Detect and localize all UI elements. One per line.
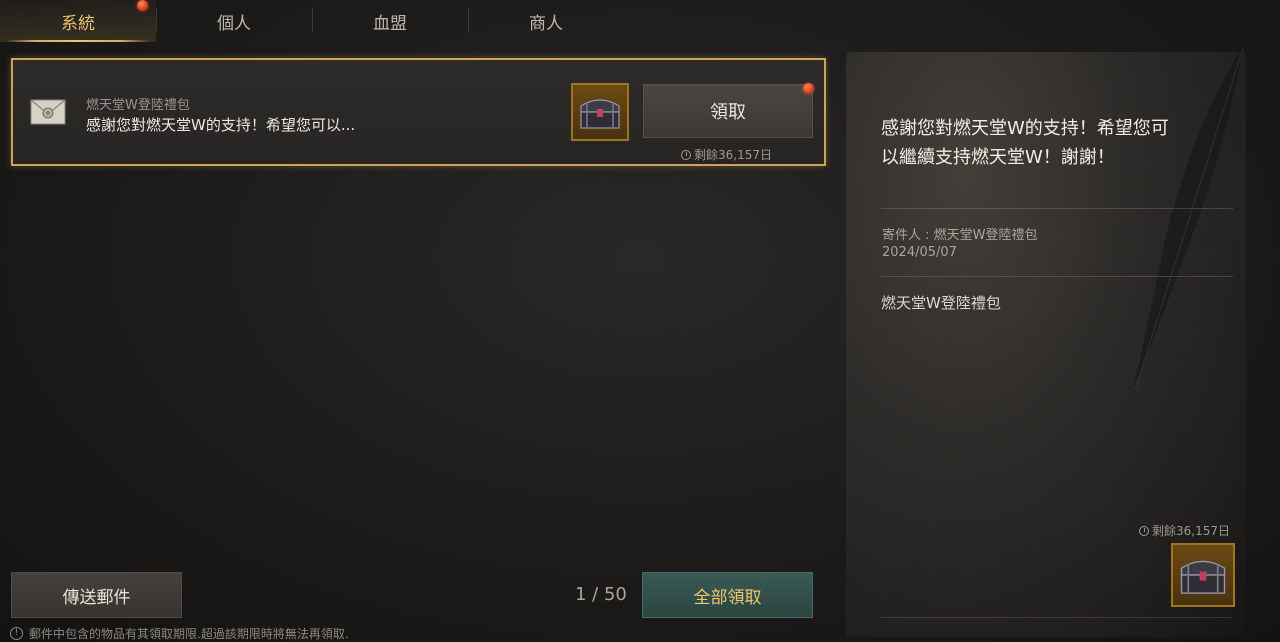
send-mail-label: 傳送郵件 [62, 587, 131, 608]
tab-clan[interactable]: 血盟 [312, 0, 468, 42]
mail-sender: 燃天堂W登陸禮包 [86, 98, 190, 113]
mail-detail-message: 感謝您對燃天堂W的支持！希望您可以繼續支持燃天堂W！謝謝！ [881, 118, 1169, 168]
detail-divider [881, 208, 1233, 209]
tab-system[interactable]: 系統 [0, 0, 156, 42]
mail-detail-sender: 寄件人 : 燃天堂W登陸禮包 [882, 228, 1038, 243]
mail-detail-date: 2024/05/07 [882, 245, 957, 260]
tab-system-label: 系統 [61, 13, 95, 34]
detail-attachment-slot[interactable] [1171, 543, 1235, 607]
expiry-notice: ! 郵件中包含的物品有其領取期限.超過該期限時將無法再領取. [10, 625, 349, 642]
tab-merchant-label: 商人 [529, 13, 563, 34]
alert-dot-icon [137, 0, 148, 11]
alert-dot-icon [803, 83, 814, 94]
clock-icon [681, 149, 691, 160]
treasure-chest-icon [1180, 560, 1226, 594]
detail-remaining-time: 剩餘36,157日 [1139, 522, 1230, 539]
treasure-chest-icon [580, 99, 620, 129]
detail-bottom-divider [881, 617, 1233, 618]
claim-all-label: 全部領取 [693, 587, 762, 608]
tab-personal-label: 個人 [217, 13, 251, 34]
tab-clan-label: 血盟 [373, 13, 407, 34]
send-mail-button[interactable]: 傳送郵件 [11, 572, 182, 618]
claim-button-label: 領取 [710, 102, 746, 123]
info-icon: ! [10, 627, 23, 640]
tab-merchant[interactable]: 商人 [468, 0, 624, 42]
tab-personal[interactable]: 個人 [156, 0, 312, 42]
clock-icon [1139, 525, 1149, 536]
mail-preview: 感謝您對燃天堂W的支持！希望您可以... [86, 116, 356, 134]
attachment-title: 燃天堂W登陸禮包 [881, 294, 1001, 312]
mail-remaining-time: 剩餘36,157日 [681, 146, 772, 163]
mail-remaining-text: 剩餘36,157日 [694, 148, 772, 162]
expiry-notice-text: 郵件中包含的物品有其領取期限.超過該期限時將無法再領取. [29, 627, 349, 641]
envelope-icon [30, 99, 66, 125]
mail-attachment-slot[interactable] [571, 83, 629, 141]
claim-all-button[interactable]: 全部領取 [642, 572, 813, 618]
page-indicator: 1 / 50 [575, 584, 627, 605]
detail-divider [881, 276, 1233, 277]
detail-remaining-text: 剩餘36,157日 [1152, 524, 1230, 538]
mail-category-tabs: 系統 個人 血盟 商人 [0, 0, 640, 42]
mail-list-item[interactable]: 燃天堂W登陸禮包 感謝您對燃天堂W的支持！希望您可以... 領取 剩餘36,15… [11, 58, 826, 166]
claim-button[interactable]: 領取 [643, 83, 814, 138]
quill-icon [1133, 47, 1244, 391]
